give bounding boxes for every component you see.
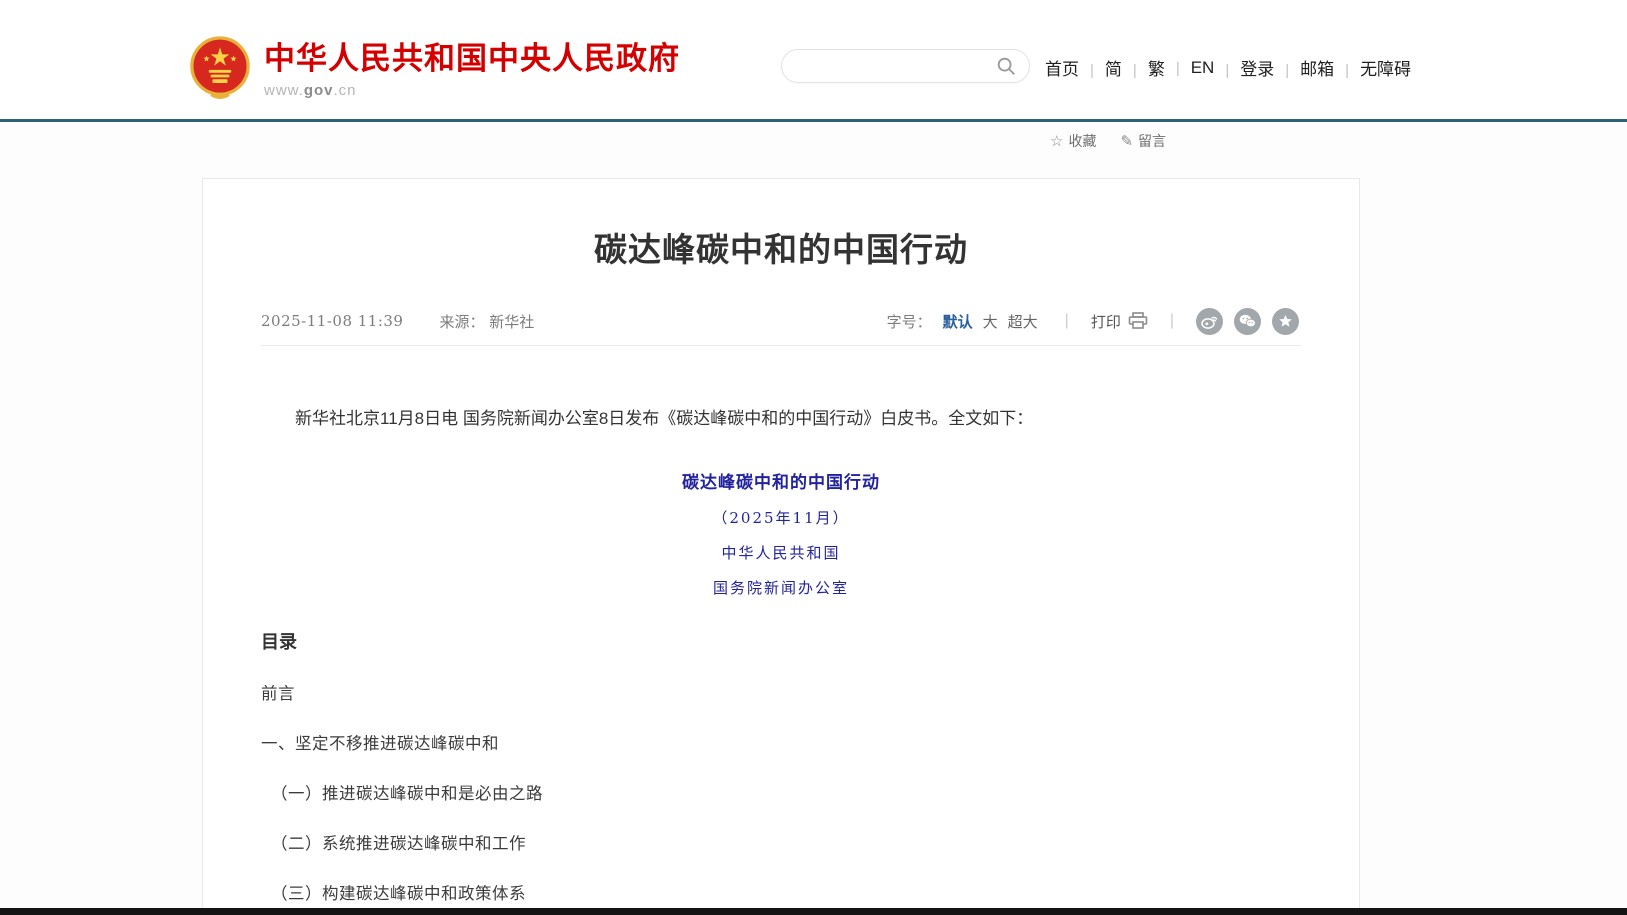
article-title: 碳达峰碳中和的中国行动 bbox=[203, 223, 1359, 271]
doc-org-line1: 中华人民共和国 bbox=[261, 542, 1301, 563]
nav-item[interactable]: 简 bbox=[1079, 55, 1122, 80]
star-badge-icon bbox=[1278, 314, 1293, 329]
toc-item: 前言 bbox=[261, 680, 1301, 704]
doc-title: 碳达峰碳中和的中国行动 bbox=[261, 468, 1301, 493]
site-url-gov: gov bbox=[304, 82, 334, 99]
toc-list: 前言一、坚定不移推进碳达峰碳中和 （一）推进碳达峰碳中和是必由之路 （二）系统推进碳… bbox=[261, 680, 1301, 915]
article-meta-right: 字号： 默认大超大 | 打印 | bbox=[887, 308, 1299, 335]
toc-item: 一、坚定不移推进碳达峰碳中和 bbox=[261, 730, 1301, 754]
fontsize-label: 字号： bbox=[887, 311, 932, 332]
source-value: 新华社 bbox=[489, 313, 534, 331]
comment-label: 留言 bbox=[1138, 131, 1166, 151]
site-header: 中华人民共和国中央人民政府 www.gov.cn 首页简繁EN登录邮箱无障碍 bbox=[0, 0, 1627, 122]
article-body: 新华社北京11月8日电 国务院新闻办公室8日发布《碳达峰碳中和的中国行动》白皮书… bbox=[261, 406, 1301, 915]
brand-text: 中华人民共和国中央人民政府 www.gov.cn bbox=[264, 36, 680, 99]
meta-divider bbox=[261, 345, 1301, 346]
bottom-edge-bar bbox=[0, 908, 1627, 915]
lead-paragraph: 新华社北京11月8日电 国务院新闻办公室8日发布《碳达峰碳中和的中国行动》白皮书… bbox=[261, 406, 1301, 432]
doc-subtitle: （2025年11月） bbox=[261, 507, 1301, 528]
page-actions: ☆ 收藏 ✎ 留言 bbox=[1050, 131, 1166, 151]
print-button[interactable]: 打印 bbox=[1091, 311, 1148, 332]
pencil-icon: ✎ bbox=[1120, 132, 1133, 150]
site-url-www: www. bbox=[264, 82, 304, 99]
toc-item: （一）推进碳达峰碳中和是必由之路 bbox=[261, 780, 1301, 804]
site-url: www.gov.cn bbox=[264, 82, 680, 99]
nav-item[interactable]: 繁 bbox=[1122, 55, 1165, 80]
toc-item: （三）构建碳达峰碳中和政策体系 bbox=[261, 880, 1301, 904]
search-icon[interactable] bbox=[995, 55, 1017, 77]
article-card: 碳达峰碳中和的中国行动 2025-11-08 11:39 来源： 新华社 字号：… bbox=[202, 178, 1360, 915]
weibo-share-button[interactable] bbox=[1196, 308, 1223, 335]
print-label: 打印 bbox=[1091, 311, 1121, 332]
fontsize-option[interactable]: 超大 bbox=[1008, 311, 1038, 332]
nav-item[interactable]: 首页 bbox=[1045, 55, 1079, 80]
wechat-icon bbox=[1239, 314, 1256, 328]
comment-button[interactable]: ✎ 留言 bbox=[1120, 131, 1166, 151]
favorite-button[interactable]: ☆ 收藏 bbox=[1050, 131, 1096, 151]
search-input[interactable] bbox=[798, 50, 995, 82]
doc-org-line2: 国务院新闻办公室 bbox=[261, 577, 1301, 598]
publish-date: 2025-11-08 11:39 bbox=[261, 312, 403, 330]
nav-item[interactable]: 登录 bbox=[1214, 55, 1274, 80]
top-nav: 首页简繁EN登录邮箱无障碍 bbox=[1045, 55, 1411, 80]
share-icons bbox=[1196, 308, 1299, 335]
star-outline-icon: ☆ bbox=[1050, 132, 1063, 150]
national-emblem-icon bbox=[190, 36, 250, 100]
article-meta-row: 2025-11-08 11:39 来源： 新华社 字号： 默认大超大 | 打印 … bbox=[261, 307, 1299, 335]
toc-item: （二）系统推进碳达峰碳中和工作 bbox=[261, 830, 1301, 854]
nav-item[interactable]: 邮箱 bbox=[1274, 55, 1334, 80]
nav-item[interactable]: 无障碍 bbox=[1334, 55, 1411, 80]
site-url-cn: .cn bbox=[334, 82, 357, 99]
favorite-label: 收藏 bbox=[1068, 131, 1096, 151]
page: 中华人民共和国中央人民政府 www.gov.cn 首页简繁EN登录邮箱无障碍 ☆… bbox=[0, 0, 1627, 915]
site-logo-link[interactable]: 中华人民共和国中央人民政府 www.gov.cn bbox=[190, 36, 680, 100]
article-meta-left: 2025-11-08 11:39 来源： 新华社 bbox=[261, 311, 534, 332]
printer-icon bbox=[1128, 312, 1148, 330]
separator: | bbox=[1065, 312, 1069, 330]
fontsize-option[interactable]: 默认 bbox=[943, 311, 973, 332]
star-share-button[interactable] bbox=[1272, 308, 1299, 335]
source-label: 来源： bbox=[439, 313, 484, 331]
fontsize-options: 默认大超大 bbox=[938, 311, 1043, 332]
fontsize-option[interactable]: 大 bbox=[983, 311, 998, 332]
weibo-icon bbox=[1201, 314, 1218, 329]
toc-heading: 目录 bbox=[261, 628, 1301, 654]
search-bar[interactable] bbox=[781, 49, 1030, 83]
site-title: 中华人民共和国中央人民政府 bbox=[264, 42, 680, 76]
source: 来源： 新华社 bbox=[439, 311, 534, 332]
separator: | bbox=[1170, 312, 1174, 330]
nav-item[interactable]: EN bbox=[1165, 58, 1215, 78]
wechat-share-button[interactable] bbox=[1234, 308, 1261, 335]
